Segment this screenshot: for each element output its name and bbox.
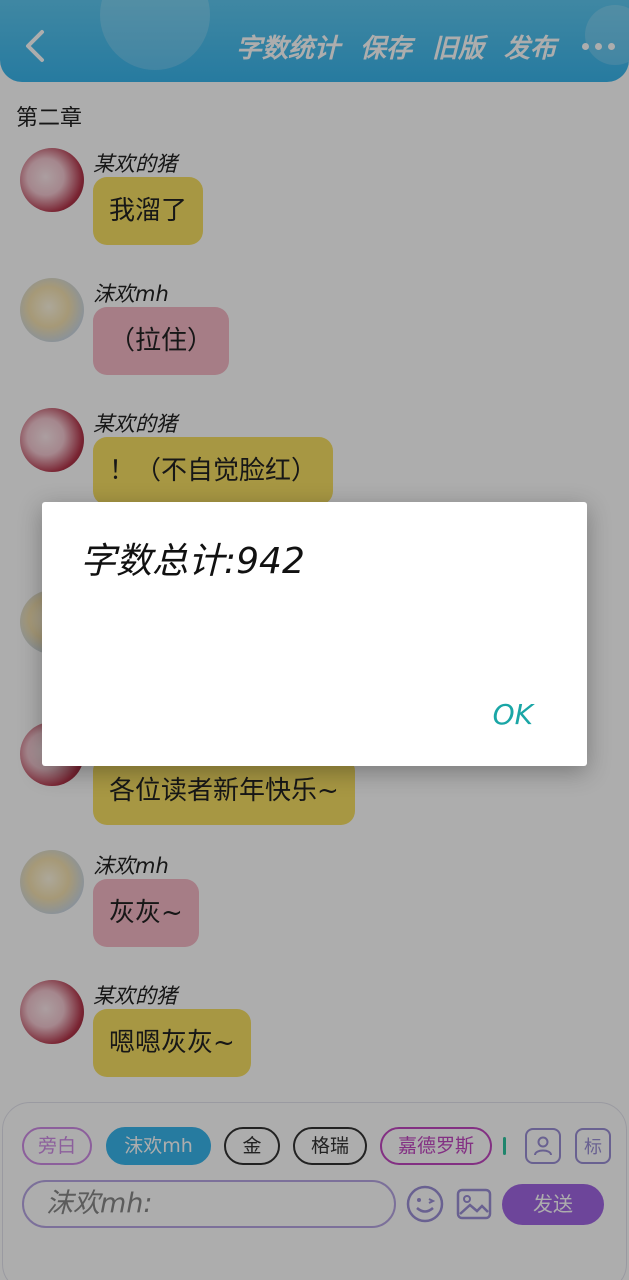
ok-button[interactable]: OK [493, 698, 533, 731]
word-count-dialog: 字数总计:942 OK [42, 502, 587, 766]
dialog-message: 字数总计:942 [80, 541, 305, 582]
